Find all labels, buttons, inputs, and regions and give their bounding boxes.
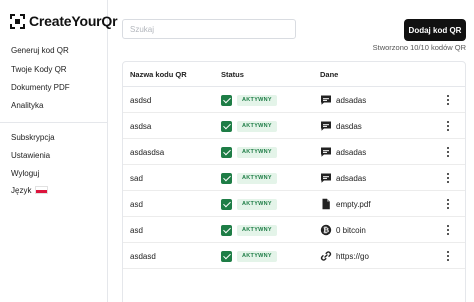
- message-icon: [320, 146, 332, 158]
- qr-name: asd: [130, 226, 143, 235]
- qr-name: asdsd: [130, 96, 152, 105]
- poland-flag-icon: [35, 186, 49, 194]
- qr-name: sad: [130, 174, 143, 183]
- table-row[interactable]: asdasd AKTYWNY https://go: [123, 244, 465, 269]
- language-label: Język: [11, 186, 32, 195]
- status-badge: AKTYWNY: [237, 225, 277, 236]
- sidebar-item-generate-qr[interactable]: Generuj kod QR: [11, 46, 69, 55]
- qr-logo-icon: [10, 13, 25, 29]
- sidebar-item-logout[interactable]: Wyloguj: [11, 169, 39, 178]
- table-row[interactable]: asdasdsa AKTYWNY adsadas: [123, 140, 465, 165]
- checkbox-checked-icon[interactable]: [221, 121, 232, 132]
- table-header: Nazwa kodu QR Status Dane: [123, 62, 465, 87]
- table-row[interactable]: asd AKTYWNY empty.pdf: [123, 192, 465, 217]
- sidebar: CreateYourQr Generuj kod QR Twoje Kody Q…: [0, 0, 118, 302]
- checkbox-checked-icon[interactable]: [221, 95, 232, 106]
- language-selector[interactable]: Język: [11, 186, 49, 195]
- sidebar-item-settings[interactable]: Ustawienia: [11, 151, 50, 160]
- status-badge: AKTYWNY: [237, 95, 277, 106]
- status-badge: AKTYWNY: [237, 121, 277, 132]
- link-icon: [320, 250, 332, 262]
- qr-data: adsadas: [336, 174, 367, 183]
- column-header-status[interactable]: Status: [221, 70, 244, 79]
- qr-data: dasdas: [336, 122, 362, 131]
- message-icon: [320, 172, 332, 184]
- qr-data: adsadas: [336, 96, 367, 105]
- qr-data: empty.pdf: [336, 200, 371, 209]
- table-row[interactable]: asd AKTYWNY ₿ 0 bitcoin: [123, 218, 465, 243]
- app-name: CreateYourQr: [29, 13, 118, 29]
- search-input[interactable]: [122, 19, 296, 39]
- message-icon: [320, 94, 332, 106]
- qr-name: asd: [130, 200, 143, 209]
- sidebar-item-analytics[interactable]: Analityka: [11, 101, 43, 110]
- file-icon: [320, 198, 332, 210]
- svg-text:₿: ₿: [323, 226, 329, 235]
- qr-name: asdasd: [130, 252, 156, 261]
- table-row[interactable]: sad AKTYWNY adsadas: [123, 166, 465, 191]
- row-more-options-icon[interactable]: [441, 171, 455, 185]
- message-icon: [320, 120, 332, 132]
- status-badge: AKTYWNY: [237, 199, 277, 210]
- column-header-name[interactable]: Nazwa kodu QR: [130, 70, 187, 79]
- status-badge: AKTYWNY: [237, 173, 277, 184]
- qr-name: asdsa: [130, 122, 152, 131]
- row-more-options-icon[interactable]: [441, 93, 455, 107]
- checkbox-checked-icon[interactable]: [221, 199, 232, 210]
- add-qr-button[interactable]: Dodaj kod QR: [404, 19, 466, 41]
- status-badge: AKTYWNY: [237, 251, 277, 262]
- checkbox-checked-icon[interactable]: [221, 251, 232, 262]
- sidebar-item-your-qr-codes[interactable]: Twoje Kody QR: [11, 65, 67, 74]
- row-more-options-icon[interactable]: [441, 223, 455, 237]
- table-row[interactable]: asdsa AKTYWNY dasdas: [123, 114, 465, 139]
- row-more-options-icon[interactable]: [441, 249, 455, 263]
- status-badge: AKTYWNY: [237, 147, 277, 158]
- qr-data: https://go: [336, 252, 369, 261]
- qr-name: asdasdsa: [130, 148, 165, 157]
- sidebar-item-subscription[interactable]: Subskrypcja: [11, 133, 55, 142]
- qr-codes-table: Nazwa kodu QR Status Dane asdsd AKTYWNY ad…: [122, 61, 466, 302]
- column-header-data[interactable]: Dane: [320, 70, 338, 79]
- row-more-options-icon[interactable]: [441, 197, 455, 211]
- row-more-options-icon[interactable]: [441, 145, 455, 159]
- qr-data: adsadas: [336, 148, 367, 157]
- table-row[interactable]: asdsd AKTYWNY adsadas: [123, 88, 465, 113]
- bitcoin-icon: ₿: [320, 224, 332, 236]
- sidebar-item-pdf-documents[interactable]: Dokumenty PDF: [11, 83, 70, 92]
- sidebar-divider: [0, 122, 107, 123]
- checkbox-checked-icon[interactable]: [221, 173, 232, 184]
- app-logo[interactable]: CreateYourQr: [10, 13, 118, 29]
- checkbox-checked-icon[interactable]: [221, 225, 232, 236]
- checkbox-checked-icon[interactable]: [221, 147, 232, 158]
- qr-data: 0 bitcoin: [336, 226, 366, 235]
- quota-text: Stworzono 10/10 kodów QR: [372, 43, 466, 52]
- row-more-options-icon[interactable]: [441, 119, 455, 133]
